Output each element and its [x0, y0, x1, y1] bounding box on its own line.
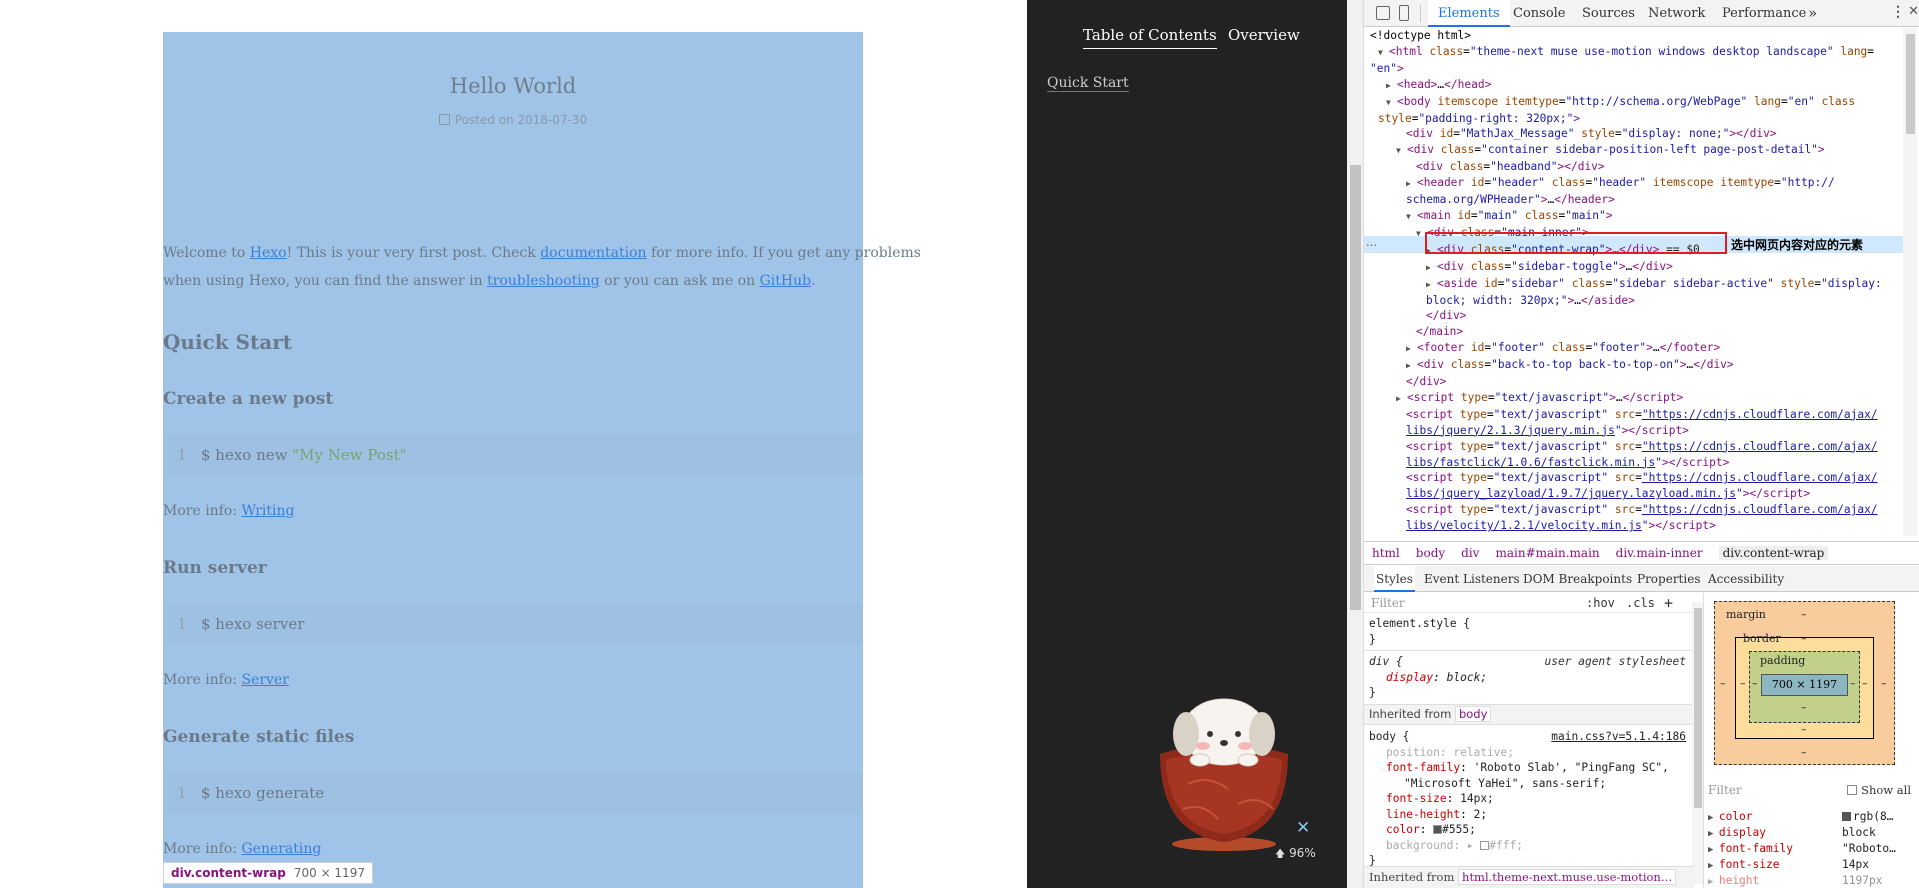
tab-table-of-contents[interactable]: Table of Contents	[1083, 26, 1217, 49]
inspect-element-icon[interactable]	[1376, 6, 1390, 20]
styles-rules: element.style { } div {user agent styles…	[1364, 614, 1694, 888]
troubleshooting-link[interactable]: troubleshooting	[487, 273, 600, 289]
hov-button[interactable]: :hov	[1586, 593, 1615, 613]
styles-panel-tabs: Styles Event Listeners DOM Breakpoints P…	[1364, 566, 1919, 592]
computed-filter[interactable]: Filter Show all	[1708, 783, 1919, 803]
heading-quick-start: Quick Start	[163, 330, 292, 354]
more-info-writing: More info: Writing	[163, 503, 295, 519]
page-scrollbar[interactable]	[1347, 0, 1364, 888]
generating-link[interactable]: Generating	[241, 841, 321, 857]
user-agent-label: user agent stylesheet	[1544, 655, 1686, 668]
cls-button[interactable]: .cls	[1626, 593, 1655, 613]
post-date: Posted on 2018-07-30	[454, 113, 588, 127]
padding-label: padding	[1760, 654, 1806, 667]
show-all-checkbox[interactable]: Show all	[1847, 783, 1911, 797]
dom-tree: <!doctype html> ▼ <html class="theme-next…	[1370, 29, 1882, 536]
github-link[interactable]: GitHub	[760, 273, 811, 289]
kebab-menu-icon[interactable]: ⋮	[1891, 4, 1905, 20]
inherited-html-row: Inherited from html.theme-next.muse.use-…	[1364, 866, 1694, 888]
heading-create-post: Create a new post	[163, 389, 334, 409]
styles-filter[interactable]: Filter :hov .cls +	[1364, 593, 1694, 613]
more-info-generating: More info: Generating	[163, 841, 322, 857]
computed-height[interactable]: ▶ height 1197px	[1708, 874, 1919, 887]
computed-color[interactable]: ▶ color rgb(8…	[1708, 810, 1919, 823]
annotation-highlight-box	[1425, 232, 1727, 254]
css-source-link[interactable]: main.css?v=5.1.4:186	[1551, 729, 1686, 745]
tab-dom-breakpoints[interactable]: DOM Breakpoints	[1523, 566, 1632, 592]
computed-filter-input[interactable]: Filter	[1708, 783, 1742, 797]
code-block: 1 $ hexo new "My New Post"	[163, 434, 863, 476]
post-meta: Posted on 2018-07-30	[163, 113, 863, 127]
margin-label: margin	[1726, 608, 1766, 621]
tab-console[interactable]: Console	[1513, 0, 1566, 27]
dom-scrollbar[interactable]	[1903, 28, 1917, 536]
tab-overview[interactable]: Overview	[1228, 26, 1300, 48]
device-toolbar-icon[interactable]	[1399, 5, 1409, 21]
inherited-body-link[interactable]: body	[1454, 705, 1492, 722]
code-block: 1 $ hexo server	[163, 603, 863, 645]
post-title[interactable]: Hello World	[163, 74, 863, 98]
computed-font-family[interactable]: ▶ font-family "Roboto…	[1708, 842, 1919, 855]
intro-paragraph-line1: Welcome to Hexo! This is your very first…	[163, 245, 921, 261]
heading-generate: Generate static files	[163, 727, 355, 747]
arrow-up-icon: 🡅	[1275, 849, 1286, 860]
heading-run-server: Run server	[163, 558, 267, 578]
toc-item-quick-start[interactable]: Quick Start	[1047, 75, 1129, 92]
tab-properties[interactable]: Properties	[1637, 566, 1700, 592]
intro-paragraph-line2: when using Hexo, you can find the answer…	[163, 273, 816, 289]
devtools-toolbar: Elements Console Sources Network Perform…	[1364, 0, 1919, 27]
more-info-server: More info: Server	[163, 672, 289, 688]
crumb-content-wrap[interactable]: div.content-wrap	[1718, 546, 1829, 560]
crumb-main-inner[interactable]: div.main-inner	[1616, 546, 1703, 560]
calendar-icon	[438, 114, 450, 125]
new-rule-button[interactable]: +	[1664, 593, 1673, 613]
computed-display[interactable]: ▶ display block	[1708, 826, 1919, 839]
hexo-link[interactable]: Hexo	[250, 245, 287, 261]
server-link[interactable]: Server	[241, 672, 288, 688]
tab-accessibility[interactable]: Accessibility	[1708, 566, 1784, 592]
tab-event-listeners[interactable]: Event Listeners	[1424, 566, 1520, 592]
crumb-body[interactable]: body	[1416, 546, 1445, 560]
crumb-div[interactable]: div	[1461, 546, 1479, 560]
crumb-html[interactable]: html	[1372, 546, 1400, 560]
tab-network[interactable]: Network	[1648, 0, 1705, 27]
more-tabs-icon[interactable]: »	[1808, 0, 1817, 27]
code-block: 1 $ hexo generate	[163, 772, 863, 814]
documentation-link[interactable]: documentation	[540, 245, 646, 261]
border-label: border	[1743, 632, 1781, 645]
computed-font-size[interactable]: ▶ font-size 14px	[1708, 858, 1919, 871]
close-devtools-icon[interactable]: ✕	[1908, 4, 1919, 19]
breadcrumb: html body div main#main.main div.main-inner d…	[1364, 541, 1919, 565]
dog-in-bowl-icon	[1160, 698, 1288, 851]
styles-filter-input[interactable]: Filter	[1364, 596, 1405, 610]
tab-sources[interactable]: Sources	[1582, 0, 1635, 27]
tab-styles[interactable]: Styles	[1374, 566, 1415, 592]
crumb-main[interactable]: main#main.main	[1495, 546, 1599, 560]
inherited-html-link[interactable]: html.theme-next.muse.use-motion…	[1458, 869, 1677, 885]
box-model-content: 700 × 1197	[1761, 674, 1848, 696]
back-to-top-progress[interactable]: 🡅 96%	[1275, 846, 1316, 864]
annotation-label: 选中网页内容对应的元素	[1731, 238, 1864, 252]
tab-performance[interactable]: Performance	[1722, 0, 1806, 27]
inspect-tooltip: div.content-wrap 700 × 1197	[163, 862, 373, 884]
close-icon[interactable]: ✕	[1296, 818, 1310, 838]
writing-link[interactable]: Writing	[241, 503, 294, 519]
tab-elements[interactable]: Elements	[1428, 0, 1510, 27]
